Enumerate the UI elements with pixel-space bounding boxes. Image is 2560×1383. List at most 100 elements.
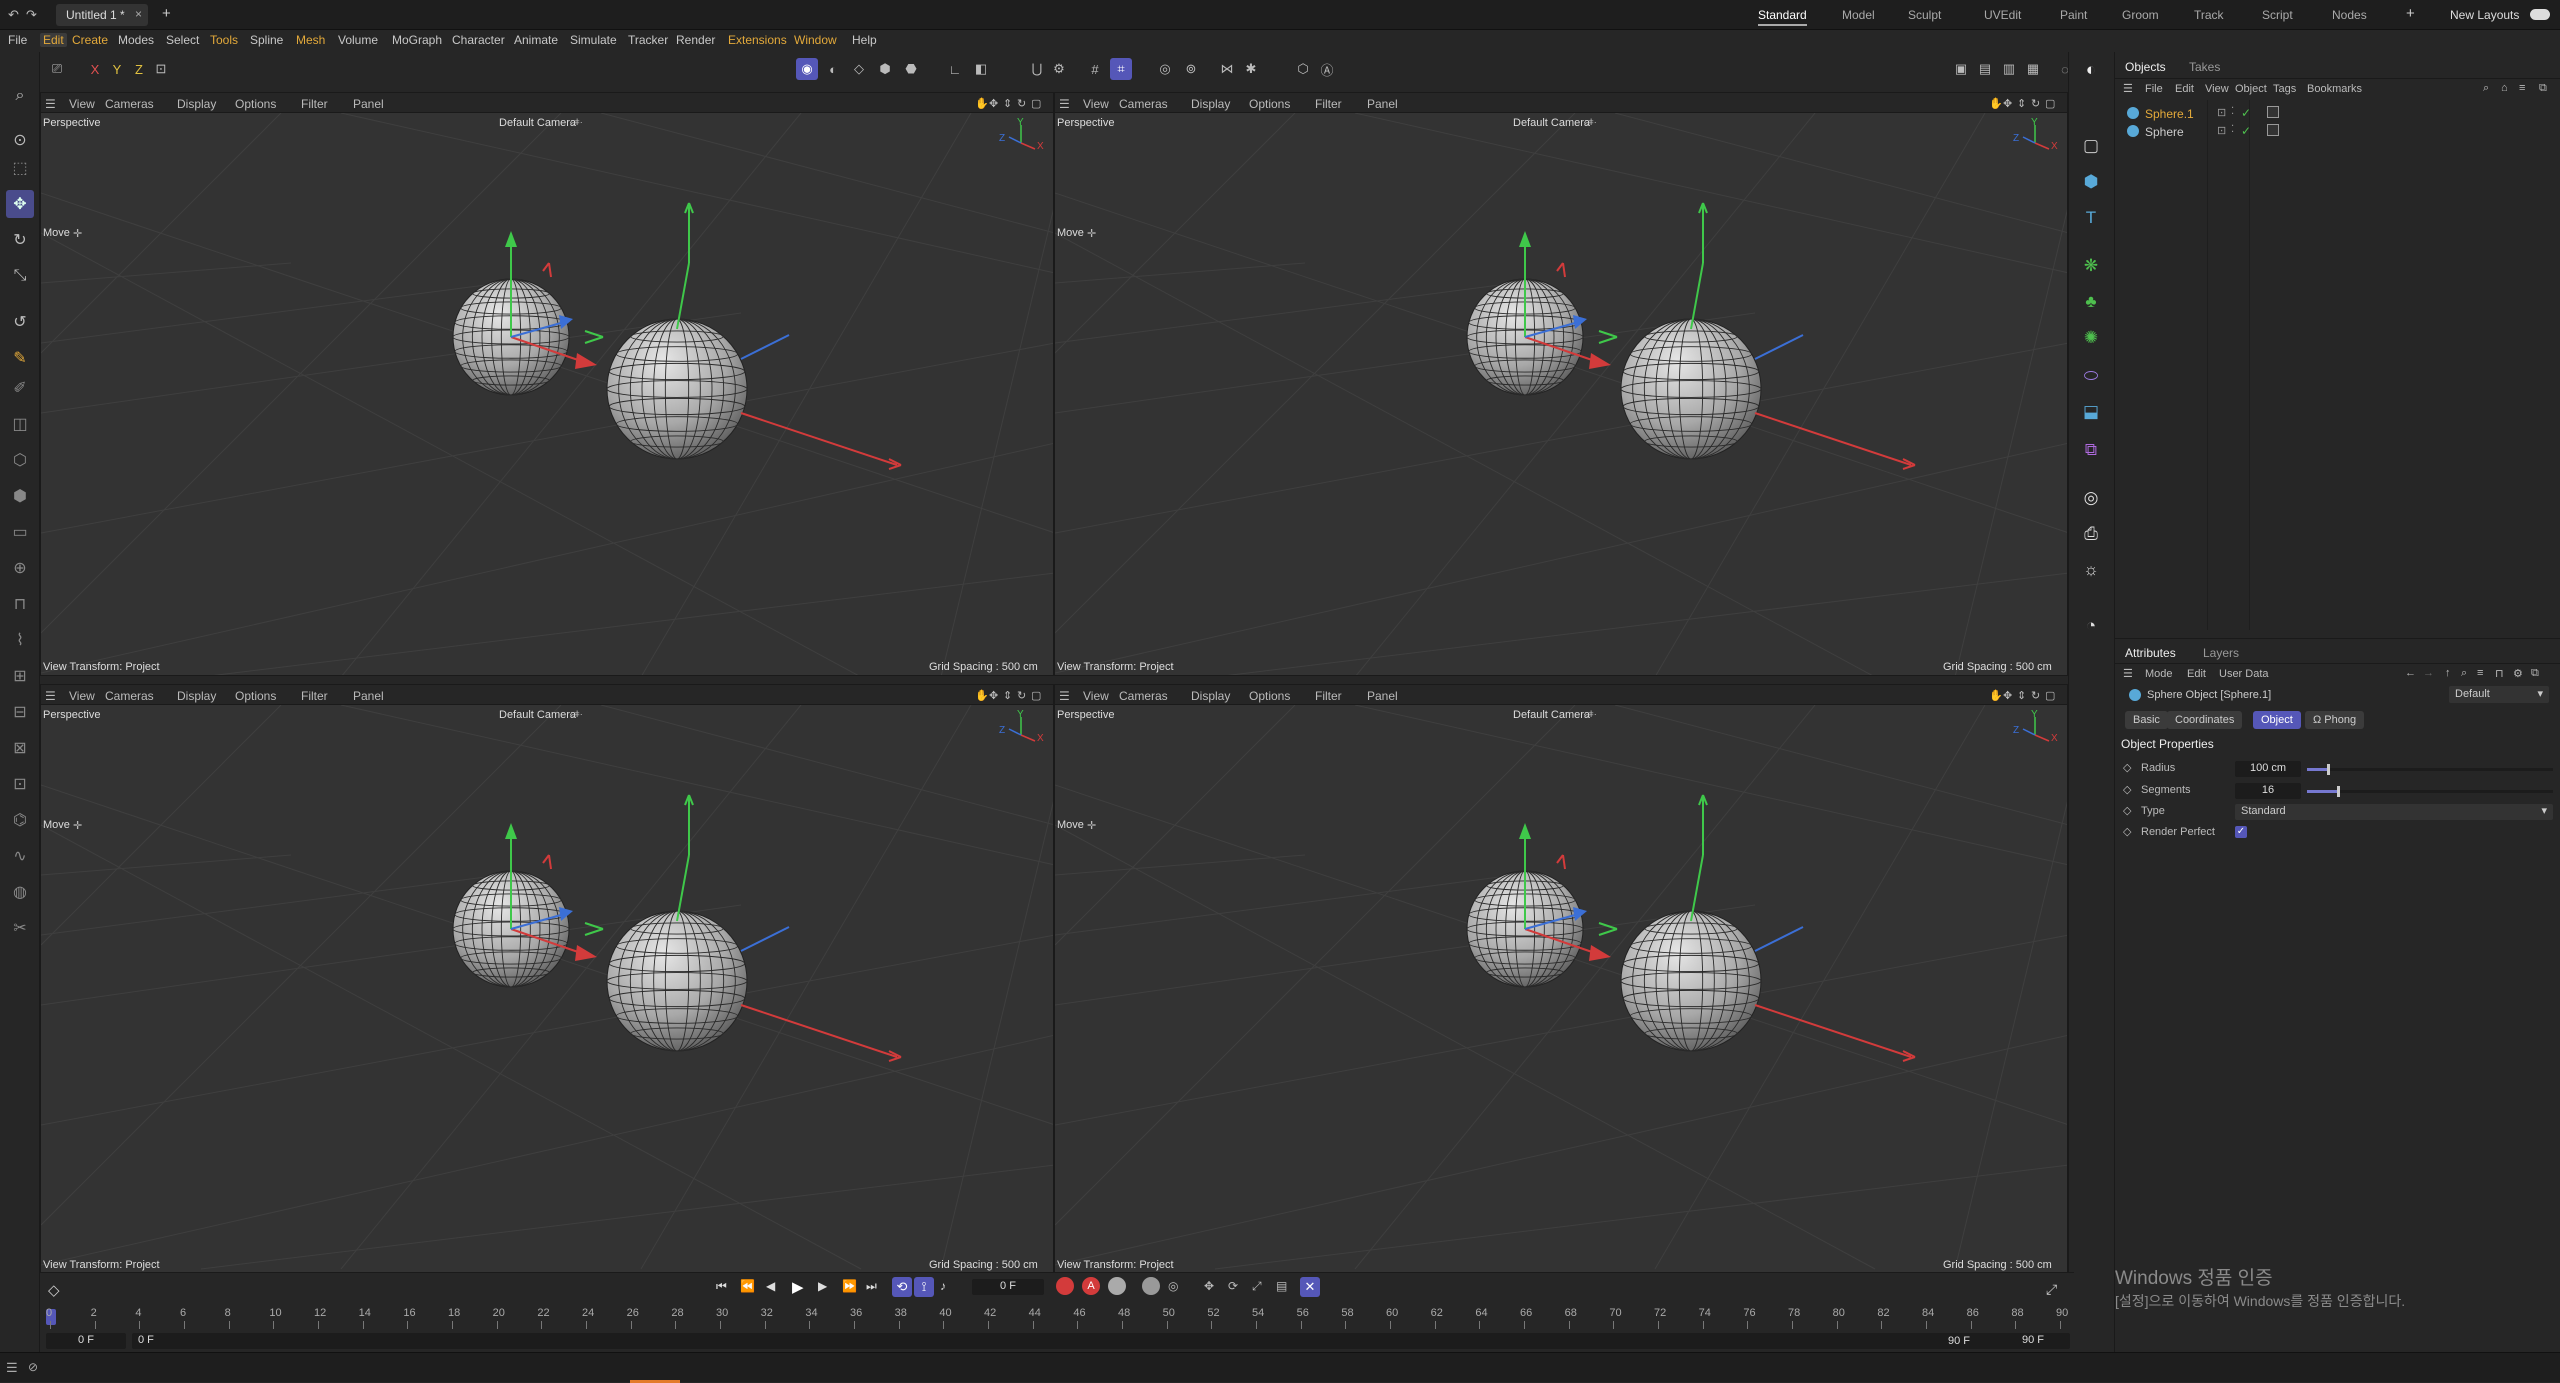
zoom-view-icon[interactable]: ⇕: [1003, 97, 1012, 110]
layer-icon[interactable]: ⊡: [2217, 106, 2226, 119]
sphere-object-large[interactable]: [606, 910, 748, 1052]
render-perfect-checkbox[interactable]: ✓: [2235, 826, 2247, 838]
uv-mode-icon[interactable]: ⬣: [900, 58, 922, 80]
viewport-menu-display[interactable]: Display: [1191, 689, 1230, 703]
spline-object-icon[interactable]: ⧉: [2077, 436, 2105, 464]
bridge-tool-icon[interactable]: ⊠: [6, 734, 34, 762]
viewport-menu-icon[interactable]: ☰: [1059, 97, 1070, 111]
bevel-tool-icon[interactable]: ⊟: [6, 698, 34, 726]
home-icon[interactable]: ⌂: [2501, 82, 2508, 94]
viewport-menu-panel[interactable]: Panel: [1367, 97, 1398, 111]
render-queue-icon[interactable]: ▥: [1998, 58, 2020, 80]
coordinate-system-icon[interactable]: ⊡: [150, 58, 172, 80]
zoom-view-icon[interactable]: ⇕: [1003, 689, 1012, 702]
keyframe-selection-icon[interactable]: [1108, 1277, 1126, 1295]
viewport-menu-options[interactable]: Options: [235, 97, 276, 111]
texture-tool-icon[interactable]: ⬢: [6, 482, 34, 510]
keyframe-diamond-icon[interactable]: ◇: [2123, 761, 2131, 774]
viewport-menu-icon[interactable]: ☰: [1059, 689, 1070, 703]
auto-key-icon[interactable]: A: [1082, 1277, 1100, 1295]
maximize-icon[interactable]: ▢: [1031, 689, 1041, 702]
segments-slider[interactable]: [2307, 786, 2553, 797]
rotate-view-icon[interactable]: ↻: [1017, 97, 1026, 110]
motion-clip-icon[interactable]: ▤: [1276, 1279, 1287, 1293]
document-tab[interactable]: Untitled 1 * ×: [56, 4, 148, 26]
tab-basic[interactable]: Basic: [2125, 711, 2168, 729]
tab-takes[interactable]: Takes: [2189, 60, 2220, 74]
timeline-expand-icon[interactable]: ⤢: [2046, 1281, 2057, 1298]
menu-simulate[interactable]: Simulate: [570, 33, 617, 47]
search-icon[interactable]: ⌕: [6, 82, 34, 110]
start-frame-field[interactable]: 0 F: [46, 1333, 126, 1349]
close-icon[interactable]: ×: [135, 7, 142, 21]
tweak-icon[interactable]: ✱: [1240, 58, 1262, 80]
viewport-menu-view[interactable]: View: [69, 97, 95, 111]
viewport-menu-view[interactable]: View: [1083, 689, 1109, 703]
menu-create[interactable]: Create: [72, 33, 108, 47]
rotation-key-icon[interactable]: ◎: [1168, 1279, 1178, 1293]
preview-range-icon[interactable]: ⟟: [914, 1277, 934, 1297]
zoom-view-icon[interactable]: ⇕: [2017, 689, 2026, 702]
magnet-tool-icon[interactable]: ⊓: [6, 590, 34, 618]
prev-frame-icon[interactable]: ◀: [766, 1279, 775, 1293]
sphere-object-large[interactable]: [606, 318, 748, 460]
menu-spline[interactable]: Spline: [250, 33, 283, 47]
symmetry-icon[interactable]: ⊚: [1180, 58, 1202, 80]
prev-key-icon[interactable]: ⏪: [740, 1279, 755, 1293]
back-icon[interactable]: ←: [2405, 667, 2416, 679]
play-icon[interactable]: ▶: [792, 1278, 804, 1296]
attributes-menu-mode[interactable]: Mode: [2145, 668, 2173, 680]
pan-icon[interactable]: ✋: [1989, 689, 2003, 702]
snap-icon[interactable]: ⋃: [1026, 58, 1048, 80]
layout-nodes[interactable]: Nodes: [2332, 8, 2367, 22]
tab-attributes[interactable]: Attributes: [2125, 646, 2176, 660]
menu-file[interactable]: File: [8, 33, 27, 47]
quantize-icon[interactable]: ◎: [1154, 58, 1176, 80]
objects-menu-icon[interactable]: ☰: [2123, 82, 2133, 95]
axis-y-lock-button[interactable]: Y: [106, 58, 128, 80]
viewport-menu-display[interactable]: Display: [1191, 97, 1230, 111]
viewport-menu-cameras[interactable]: Cameras: [105, 97, 154, 111]
interpolation-icon[interactable]: ✕: [1300, 1277, 1320, 1297]
viewport-menu-display[interactable]: Display: [177, 689, 216, 703]
axis-z-lock-button[interactable]: Z: [128, 58, 150, 80]
viewport-1[interactable]: ☰ View Cameras Display Options Filter Panel ✋ ✥ ⇕…: [40, 92, 1054, 676]
layout-model[interactable]: Model: [1842, 8, 1875, 22]
tab-coordinates[interactable]: Coordinates: [2167, 711, 2243, 729]
menu-mograph[interactable]: MoGraph: [392, 33, 442, 47]
objects-menu-view[interactable]: View: [2205, 83, 2229, 95]
slider-handle[interactable]: [2336, 786, 2340, 797]
gizmo-y-handle[interactable]: [1519, 231, 1531, 247]
menu-tools[interactable]: Tools: [210, 33, 238, 47]
solo-icon[interactable]: ◧: [970, 58, 992, 80]
menu-render[interactable]: Render: [676, 33, 715, 47]
search-icon[interactable]: ⌕: [2461, 667, 2467, 680]
viewport-menu-view[interactable]: View: [1083, 97, 1109, 111]
object-row-sphere[interactable]: Sphere ⊡ ⁚ ✓: [2127, 124, 2547, 142]
objects-menu-tags[interactable]: Tags: [2273, 83, 2296, 95]
type-select[interactable]: Standard ▾: [2235, 804, 2553, 820]
slider-handle[interactable]: [2326, 764, 2330, 775]
viewport-menu-cameras[interactable]: Cameras: [1119, 97, 1168, 111]
cube-object-icon[interactable]: ⬢: [2077, 168, 2105, 196]
lasso-tool-icon[interactable]: ◍: [6, 878, 34, 906]
weld-tool-icon[interactable]: ⊡: [6, 770, 34, 798]
layout-groom[interactable]: Groom: [2122, 8, 2159, 22]
viewport-menu-options[interactable]: Options: [1249, 689, 1290, 703]
menu-tracker[interactable]: Tracker: [628, 33, 668, 47]
add-document-icon[interactable]: +: [162, 5, 171, 22]
layout-sculpt[interactable]: Sculpt: [1908, 8, 1941, 22]
grid-snap-icon[interactable]: #: [1084, 58, 1106, 80]
forward-icon[interactable]: →: [2423, 667, 2434, 679]
polygon-tool-icon[interactable]: ◫: [6, 410, 34, 438]
extrude-tool-icon[interactable]: ⊞: [6, 662, 34, 690]
phong-tag-icon[interactable]: [2267, 124, 2279, 136]
render-picture-icon[interactable]: ▤: [1974, 58, 1996, 80]
render-region-icon[interactable]: ⬡: [1292, 58, 1314, 80]
attributes-menu-user-data[interactable]: User Data: [2219, 668, 2269, 680]
menu-modes[interactable]: Modes: [118, 33, 154, 47]
viewport-menu-icon[interactable]: ☰: [45, 689, 56, 703]
workplane-icon[interactable]: ⌗: [1110, 58, 1132, 80]
pan-icon[interactable]: ✋: [975, 97, 989, 110]
up-icon[interactable]: ↑: [2445, 667, 2451, 679]
